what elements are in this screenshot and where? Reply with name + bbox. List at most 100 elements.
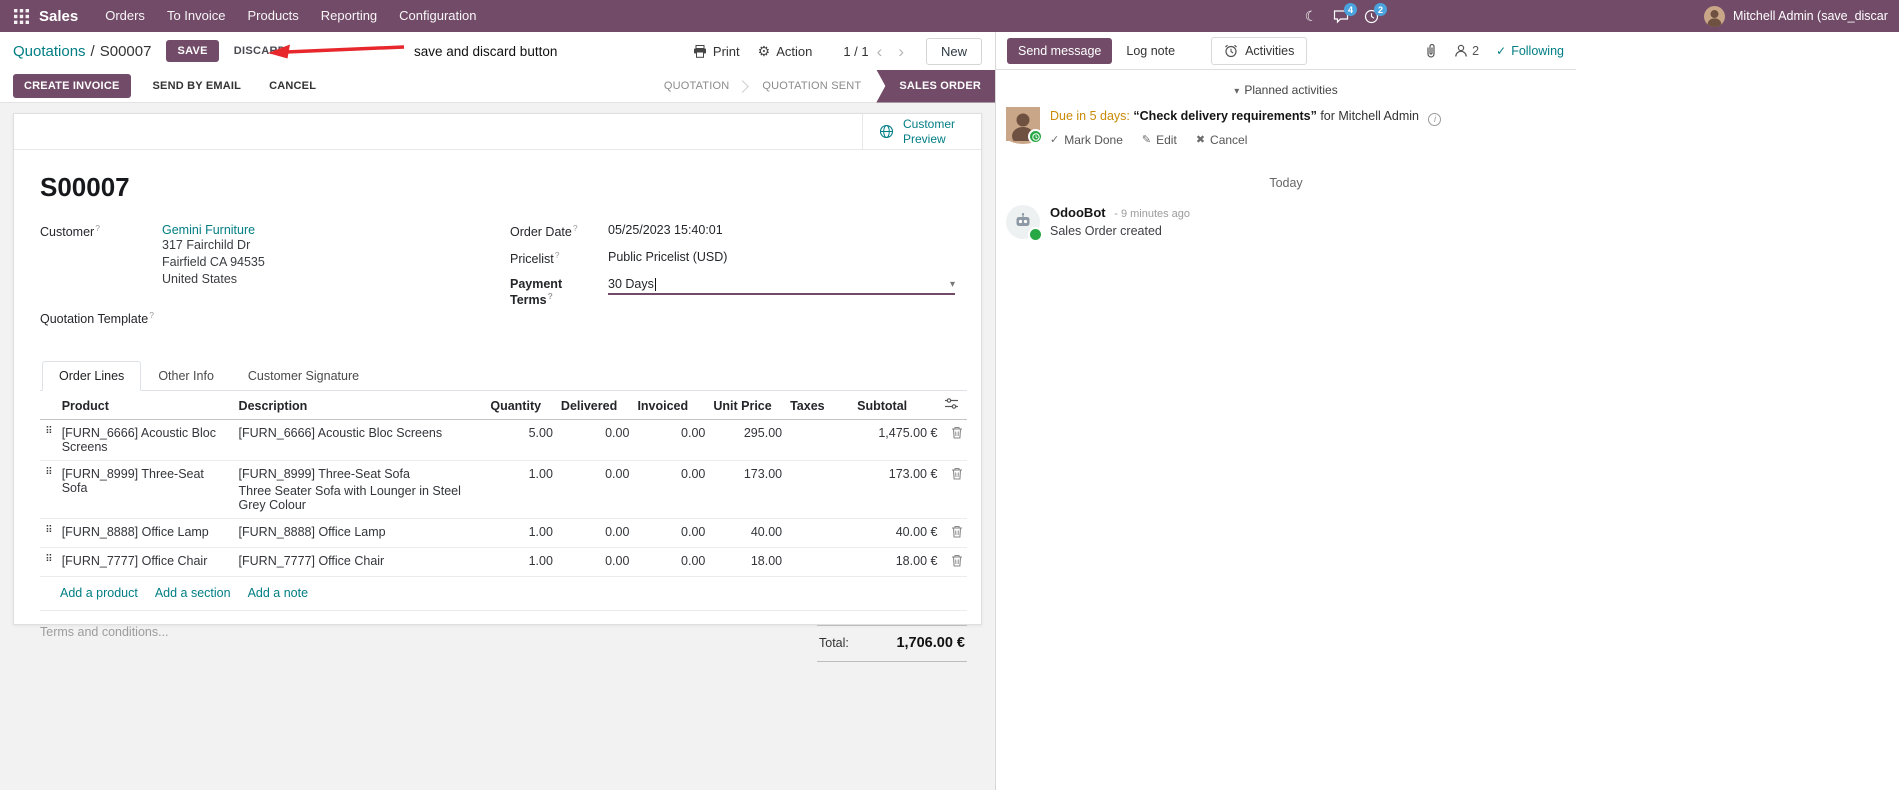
customer-link[interactable]: Gemini Furniture xyxy=(162,223,255,237)
pager-next[interactable]: › xyxy=(890,43,912,60)
activities-menu[interactable]: 2 xyxy=(1356,0,1387,32)
taxes-cell[interactable] xyxy=(786,419,854,461)
pricelist-value[interactable]: Public Pricelist (USD) xyxy=(608,250,727,264)
status-sales-order[interactable]: SALES ORDER xyxy=(876,69,995,103)
delivered-cell[interactable]: 0.00 xyxy=(556,518,634,548)
message-author[interactable]: OdooBot xyxy=(1050,205,1106,220)
description-cell[interactable]: [FURN_7777] Office Chair xyxy=(234,547,487,577)
tab-order-lines[interactable]: Order Lines xyxy=(42,361,142,391)
breadcrumb-quotations-link[interactable]: Quotations xyxy=(13,43,86,60)
invoiced-cell[interactable]: 0.00 xyxy=(633,419,710,461)
product-cell[interactable]: [FURN_8888] Office Lamp xyxy=(57,518,235,548)
invoiced-cell[interactable]: 0.00 xyxy=(633,460,710,519)
column-taxes[interactable]: Taxes xyxy=(786,391,854,420)
send-by-email-button[interactable]: SEND BY EMAIL xyxy=(147,79,248,93)
tab-other-info[interactable]: Other Info xyxy=(141,361,231,391)
quantity-cell[interactable]: 1.00 xyxy=(486,460,557,519)
new-button[interactable]: New xyxy=(925,37,982,65)
quantity-cell[interactable]: 1.00 xyxy=(486,547,557,577)
menu-configuration[interactable]: Configuration xyxy=(388,0,487,32)
menu-products[interactable]: Products xyxy=(236,0,309,32)
drag-handle-icon[interactable]: ⠿ xyxy=(40,460,58,519)
terms-placeholder[interactable]: Terms and conditions... xyxy=(40,625,169,662)
pager-previous[interactable]: ‹ xyxy=(869,43,891,60)
delete-row-button[interactable] xyxy=(941,547,967,577)
table-row[interactable]: ⠿ [FURN_8888] Office Lamp [FURN_8888] Of… xyxy=(40,518,967,548)
column-quantity[interactable]: Quantity xyxy=(486,391,557,420)
menu-reporting[interactable]: Reporting xyxy=(310,0,388,32)
taxes-cell[interactable] xyxy=(786,547,854,577)
description-cell[interactable]: [FURN_8999] Three-Seat Sofa Three Seater… xyxy=(234,460,487,519)
add-product-link[interactable]: Add a product xyxy=(60,586,138,600)
optional-columns-button[interactable] xyxy=(941,391,967,420)
apps-grid-icon[interactable] xyxy=(10,8,32,24)
description-cell[interactable]: [FURN_6666] Acoustic Bloc Screens xyxy=(234,419,487,461)
print-button[interactable]: Print xyxy=(684,40,749,63)
user-menu[interactable]: Mitchell Admin (save_discar xyxy=(1733,9,1891,23)
unit-price-cell[interactable]: 40.00 xyxy=(709,518,787,548)
discard-button[interactable]: DISCARD xyxy=(226,40,294,62)
column-delivered[interactable]: Delivered xyxy=(556,391,634,420)
cancel-button[interactable]: CANCEL xyxy=(263,79,322,93)
edit-activity-button[interactable]: ✎ Edit xyxy=(1142,133,1177,147)
drag-handle-icon[interactable]: ⠿ xyxy=(40,518,58,548)
column-description[interactable]: Description xyxy=(234,391,487,420)
description-cell[interactable]: [FURN_8888] Office Lamp xyxy=(234,518,487,548)
unit-price-cell[interactable]: 18.00 xyxy=(709,547,787,577)
menu-to-invoice[interactable]: To Invoice xyxy=(156,0,237,32)
log-note-button[interactable]: Log note xyxy=(1116,38,1185,64)
menu-orders[interactable]: Orders xyxy=(94,0,156,32)
taxes-cell[interactable] xyxy=(786,460,854,519)
column-invoiced[interactable]: Invoiced xyxy=(633,391,710,420)
mark-done-button[interactable]: ✓ Mark Done xyxy=(1050,133,1123,147)
column-product[interactable]: Product xyxy=(57,391,235,420)
add-note-link[interactable]: Add a note xyxy=(248,586,308,600)
dark-mode-toggle[interactable]: ☾ xyxy=(1296,0,1326,32)
quantity-cell[interactable]: 5.00 xyxy=(486,419,557,461)
followers-button[interactable]: 2 xyxy=(1452,42,1481,60)
status-quotation[interactable]: QUOTATION xyxy=(649,70,745,103)
invoiced-cell[interactable]: 0.00 xyxy=(633,547,710,577)
tab-customer-signature[interactable]: Customer Signature xyxy=(231,361,376,391)
invoiced-cell[interactable]: 0.00 xyxy=(633,518,710,548)
planned-activities-header[interactable]: ▾ Planned activities xyxy=(996,70,1576,105)
column-subtotal[interactable]: Subtotal xyxy=(853,391,942,420)
user-avatar[interactable] xyxy=(1704,5,1725,27)
delivered-cell[interactable]: 0.00 xyxy=(556,419,634,461)
messages-menu[interactable]: 4 xyxy=(1326,0,1357,32)
following-button[interactable]: ✓ Following xyxy=(1494,42,1566,60)
table-row[interactable]: ⠿ [FURN_8999] Three-Seat Sofa [FURN_8999… xyxy=(40,460,967,519)
status-quotation-sent[interactable]: QUOTATION SENT xyxy=(747,70,876,103)
product-cell[interactable]: [FURN_8999] Three-Seat Sofa xyxy=(57,460,235,519)
table-row[interactable]: ⠿ [FURN_6666] Acoustic Bloc Screens [FUR… xyxy=(40,419,967,461)
quantity-cell[interactable]: 1.00 xyxy=(486,518,557,548)
customer-preview-button[interactable]: Customer Preview xyxy=(862,114,981,149)
info-icon[interactable]: i xyxy=(1428,112,1442,126)
taxes-cell[interactable] xyxy=(786,518,854,548)
delete-row-button[interactable] xyxy=(941,460,967,519)
action-button[interactable]: ⚙ Action xyxy=(749,39,822,64)
delivered-cell[interactable]: 0.00 xyxy=(556,547,634,577)
payment-terms-field[interactable]: 30 Days ▾ xyxy=(608,277,955,295)
column-unit-price[interactable]: Unit Price xyxy=(709,391,787,420)
activities-tab[interactable]: Activities xyxy=(1211,36,1308,65)
delete-row-button[interactable] xyxy=(941,518,967,548)
delete-row-button[interactable] xyxy=(941,419,967,461)
unit-price-cell[interactable]: 173.00 xyxy=(709,460,787,519)
table-row[interactable]: ⠿ [FURN_7777] Office Chair [FURN_7777] O… xyxy=(40,547,967,577)
app-name[interactable]: Sales xyxy=(39,8,78,25)
order-date-value[interactable]: 05/25/2023 15:40:01 xyxy=(608,223,723,237)
save-button[interactable]: SAVE xyxy=(166,40,219,62)
add-section-link[interactable]: Add a section xyxy=(155,586,231,600)
product-cell[interactable]: [FURN_7777] Office Chair xyxy=(57,547,235,577)
dropdown-caret-icon[interactable]: ▾ xyxy=(950,279,955,290)
drag-handle-icon[interactable]: ⠿ xyxy=(40,419,58,461)
drag-handle-icon[interactable]: ⠿ xyxy=(40,547,58,577)
create-invoice-button[interactable]: CREATE INVOICE xyxy=(13,74,131,98)
attachments-button[interactable] xyxy=(1422,41,1439,60)
delivered-cell[interactable]: 0.00 xyxy=(556,460,634,519)
send-message-button[interactable]: Send message xyxy=(1007,37,1113,64)
cancel-activity-button[interactable]: ✖ Cancel xyxy=(1196,133,1248,147)
product-cell[interactable]: [FURN_6666] Acoustic Bloc Screens xyxy=(57,419,235,461)
unit-price-cell[interactable]: 295.00 xyxy=(709,419,787,461)
